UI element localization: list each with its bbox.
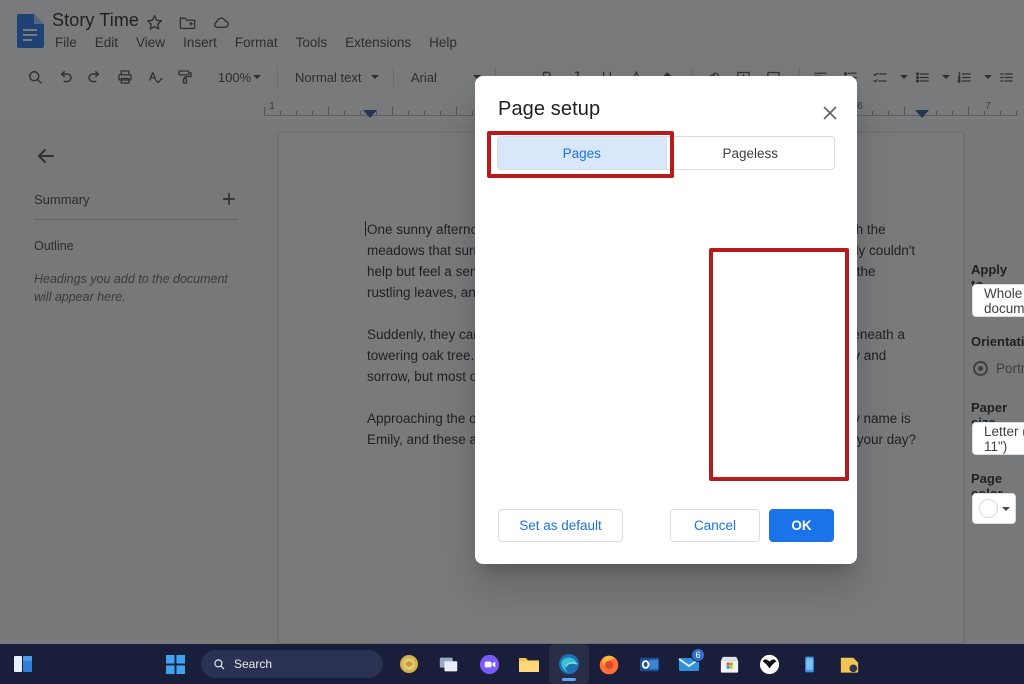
task-view-icon[interactable] <box>429 644 469 684</box>
tab-pageless[interactable]: Pageless <box>665 136 835 170</box>
microsoft-store-icon[interactable] <box>709 644 749 684</box>
set-as-default-button[interactable]: Set as default <box>498 509 623 542</box>
screen: Story Time File Edit View Insert Format <box>0 0 1024 684</box>
outlook-classic-icon[interactable] <box>629 644 669 684</box>
close-icon[interactable] <box>819 102 841 124</box>
chevron-down-icon <box>1002 506 1010 511</box>
chat-icon[interactable] <box>469 644 509 684</box>
search-input[interactable]: Search <box>201 650 383 678</box>
apply-to-value: Whole document <box>984 285 1024 316</box>
orientation-label: Orientation <box>971 334 1024 349</box>
mail-icon[interactable]: 6 <box>669 644 709 684</box>
file-explorer-icon[interactable] <box>509 644 549 684</box>
paper-size-select[interactable]: Letter (8.5" x 11") <box>972 422 1024 455</box>
radio-indicator-selected <box>973 361 988 376</box>
page-setup-dialog: Page setup Pages Pageless Apply to Whole… <box>475 76 1024 564</box>
cancel-button[interactable]: Cancel <box>670 509 760 542</box>
windows-start-icon[interactable] <box>155 644 195 684</box>
page-color-select[interactable] <box>972 493 1016 524</box>
dialog-title: Page setup <box>498 98 601 120</box>
taskbar-items: Search 6 <box>0 644 1024 684</box>
radio-portrait-label: Portrait <box>996 361 1024 376</box>
xbox-icon[interactable] <box>749 644 789 684</box>
ok-button[interactable]: OK <box>769 509 834 542</box>
copilot-icon[interactable] <box>389 644 429 684</box>
apply-to-select[interactable]: Whole document <box>972 284 1024 317</box>
page-color-swatch <box>979 499 998 518</box>
firefox-icon[interactable] <box>589 644 629 684</box>
search-icon <box>214 659 225 670</box>
notes-icon[interactable] <box>829 644 869 684</box>
radio-portrait[interactable]: Portrait <box>973 361 1024 376</box>
paper-size-value: Letter (8.5" x 11") <box>984 423 1024 454</box>
mail-badge: 6 <box>691 648 705 662</box>
layout-mode-tabs: Pages Pageless <box>497 136 835 170</box>
orientation-radio-group: Portrait Landscape <box>973 361 1024 376</box>
windows-taskbar: Search 6 <box>0 644 1024 684</box>
search-placeholder: Search <box>234 657 273 671</box>
phone-link-icon[interactable] <box>789 644 829 684</box>
tab-pages[interactable]: Pages <box>497 136 666 170</box>
edge-icon[interactable] <box>549 644 589 684</box>
